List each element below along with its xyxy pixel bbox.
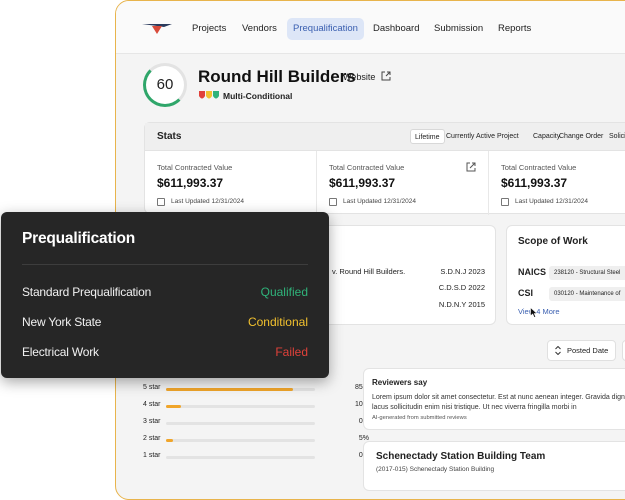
reviewers-summary: Lorem ipsum dolor sit amet consectetur. … (372, 394, 625, 411)
stat-value: $611,993.37 (329, 176, 396, 190)
csi-chip[interactable]: 030120 - Maintenance of (549, 287, 625, 301)
calendar-icon (329, 198, 337, 206)
court-record: N.D.N.Y 2015 (438, 300, 485, 309)
team-title: Schenectady Station Building Team (376, 451, 546, 462)
rating-label: 3 star (143, 418, 161, 425)
rating-fill (166, 388, 293, 391)
stat-value: $611,993.37 (157, 176, 224, 190)
stat-label: Total Contracted Value (329, 163, 405, 172)
prequal-status: Conditional (247, 315, 308, 329)
stat-label: Total Contracted Value (501, 163, 577, 172)
reviewers-title: Reviewers say (372, 378, 428, 387)
reviewers-card: Reviewers say Lorem ipsum dolor sit amet… (363, 368, 625, 430)
stat-updated: Last Updated 12/31/2024 (343, 198, 417, 205)
stat-updated: Last Updated 12/31/2024 (171, 198, 245, 205)
prequal-row[interactable]: Standard Prequalification Qualified (22, 285, 308, 301)
sort-label: Posted Date (567, 346, 609, 355)
prequal-status: Qualified (260, 285, 308, 299)
external-link-icon[interactable] (381, 71, 391, 81)
nav-projects[interactable]: Projects (186, 18, 232, 40)
rating-row: 4 star 10% (143, 401, 369, 413)
naics-chip[interactable]: 238120 - Structural Steel (549, 266, 625, 280)
sort-icon (555, 346, 561, 355)
website-link[interactable]: Website (343, 72, 375, 82)
naics-label: NAICS (518, 267, 547, 277)
stat-card: Total Contracted Value $611,993.37 Last … (317, 151, 489, 215)
stat-label: Total Contracted Value (157, 163, 233, 172)
status-shields-icon (199, 91, 219, 99)
prequal-label: New York State (22, 315, 102, 329)
rating-percent: 5% (358, 435, 369, 442)
stat-updated: Last Updated 12/31/2024 (515, 198, 589, 205)
rating-fill (166, 439, 174, 442)
filter-lifetime[interactable]: Lifetime (410, 129, 445, 144)
prequal-status: Failed (275, 345, 308, 359)
rating-label: 2 star (143, 435, 161, 442)
stats-title: Stats (157, 131, 182, 142)
rating-row: 3 star0% (143, 418, 369, 430)
case-text: v. Round Hill Builders. (332, 267, 406, 276)
company-logo-icon[interactable] (142, 21, 172, 35)
prequal-score-ring: 60 (143, 63, 187, 107)
rating-track (166, 456, 315, 459)
rating-row: 5 star 85% (143, 384, 369, 396)
stats-header: Stats Lifetime Currently Active Project … (145, 123, 625, 151)
nav-vendors[interactable]: Vendors (236, 18, 283, 40)
filter-change-order[interactable]: Change Order (555, 129, 607, 144)
rating-track (166, 439, 315, 442)
nav-submission[interactable]: Submission (428, 18, 489, 40)
stat-value: $611,993.37 (501, 176, 568, 190)
prequal-row[interactable]: New York State Conditional (22, 315, 308, 331)
calendar-icon (157, 198, 165, 206)
sort-posted-date-button[interactable]: Posted Date (547, 340, 616, 361)
scope-title: Scope of Work (518, 236, 588, 247)
view-more-link[interactable]: View 4 More (518, 307, 560, 316)
rating-track (166, 405, 315, 408)
stat-card: Total Contracted Value $611,993.37 Last … (489, 151, 625, 215)
ai-note: AI-generated from submitted reviews (372, 415, 467, 421)
court-record: C.D.S.D 2022 (438, 283, 485, 292)
stat-card: Total Contracted Value $611,993.37 Last … (145, 151, 317, 215)
stats-panel: Stats Lifetime Currently Active Project … (144, 122, 625, 215)
vendor-title: Round Hill Builders (198, 67, 356, 86)
rating-fill (166, 405, 181, 408)
rating-label: 4 star (143, 401, 161, 408)
rating-row: 2 star 5% (143, 435, 369, 447)
mouse-cursor-icon (530, 307, 538, 318)
top-nav: Projects Vendors Prequalification Dashbo… (116, 1, 625, 54)
rating-track (166, 388, 315, 391)
court-record: S.D.N.J 2023 (440, 267, 485, 276)
team-subtitle: (2017-015) Schenectady Station Building (376, 466, 495, 473)
nav-dashboard[interactable]: Dashboard (367, 18, 425, 40)
popup-title: Prequalification (22, 230, 136, 247)
scope-of-work-card: Scope of Work NAICS 238120 - Structural … (506, 225, 625, 325)
multi-conditional-status: Multi-Conditional (223, 91, 293, 101)
prequal-label: Standard Prequalification (22, 285, 152, 299)
calendar-icon (501, 198, 509, 206)
nav-reports[interactable]: Reports (492, 18, 537, 40)
rating-track (166, 422, 315, 425)
csi-label: CSI (518, 288, 534, 298)
nav-prequalification[interactable]: Prequalification (287, 18, 364, 40)
prequal-label: Electrical Work (22, 345, 99, 359)
team-card[interactable]: Schenectady Station Building Team (2017-… (363, 441, 625, 491)
divider (22, 264, 308, 265)
filter-currently-active-project[interactable]: Currently Active Project (442, 129, 523, 144)
rating-label: 5 star (143, 384, 161, 391)
rating-label: 1 star (143, 452, 161, 459)
edit-icon[interactable] (466, 162, 476, 172)
prequalification-popup: Prequalification Standard Prequalificati… (1, 212, 329, 378)
rating-row: 1 star0% (143, 452, 369, 464)
filter-solicit[interactable]: Solicit (605, 129, 625, 144)
prequal-row[interactable]: Electrical Work Failed (22, 345, 308, 361)
